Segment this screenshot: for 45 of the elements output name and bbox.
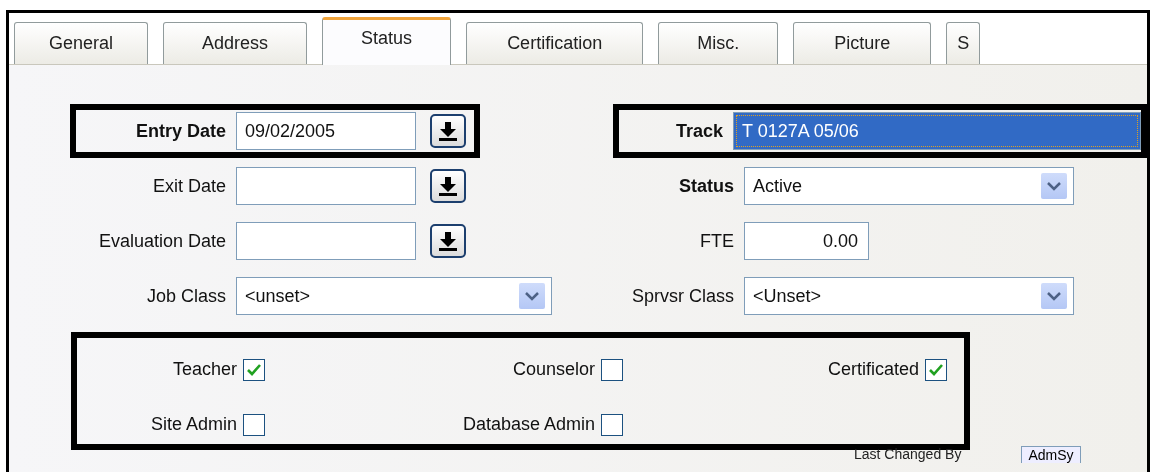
text-field[interactable]: 0.00 (744, 222, 869, 260)
date-picker-button[interactable] (430, 114, 466, 148)
check-icon (928, 362, 944, 377)
dropdown[interactable]: <Unset> (744, 277, 1074, 315)
checkbox[interactable] (925, 358, 947, 381)
checkbox-label: Certificated (827, 359, 919, 380)
text-field[interactable]: T 0127A 05/06 (733, 112, 1141, 150)
checkbox-label: Teacher (172, 359, 237, 380)
checkbox[interactable] (601, 358, 623, 381)
tab[interactable]: Certification (466, 22, 644, 64)
chevron-down-icon[interactable] (1041, 283, 1067, 309)
checkbox-label: Database Admin (462, 414, 595, 435)
dropdown[interactable]: <unset> (236, 277, 552, 315)
date-picker-button[interactable] (430, 169, 466, 203)
field-label: Status (678, 175, 734, 197)
chevron-down-icon[interactable] (1041, 173, 1067, 199)
date-field[interactable] (236, 222, 416, 260)
field-label: Entry Date (134, 120, 226, 142)
tab[interactable]: General (14, 22, 149, 64)
date-field[interactable] (236, 167, 416, 205)
download-arrow-icon (437, 230, 459, 252)
checkbox-label: Counselor (512, 359, 595, 380)
download-arrow-icon (437, 175, 459, 197)
field-label: Evaluation Date (97, 230, 226, 252)
field-label: Exit Date (151, 175, 226, 197)
check-icon (246, 362, 262, 377)
checkbox[interactable] (601, 413, 623, 436)
field-label: Job Class (145, 285, 226, 307)
date-field[interactable]: 09/02/2005 (236, 112, 416, 150)
field-label: FTE (699, 230, 734, 252)
tab[interactable]: Status (322, 17, 452, 65)
tab[interactable]: Address (163, 22, 308, 64)
field-label: Track (674, 120, 723, 142)
tab[interactable]: Misc. (658, 22, 779, 64)
download-arrow-icon (437, 120, 459, 142)
field-label: Last Changed By (854, 446, 962, 462)
checkbox-label: Site Admin (150, 414, 237, 435)
tab[interactable]: S (946, 22, 981, 64)
chevron-down-icon[interactable] (519, 283, 545, 309)
tab[interactable]: Picture (793, 22, 932, 64)
checkbox[interactable] (243, 413, 265, 436)
checkbox[interactable] (243, 358, 265, 381)
date-picker-button[interactable] (430, 224, 466, 258)
dropdown[interactable]: Active (744, 167, 1074, 205)
field-label: Sprvsr Class (631, 285, 734, 307)
